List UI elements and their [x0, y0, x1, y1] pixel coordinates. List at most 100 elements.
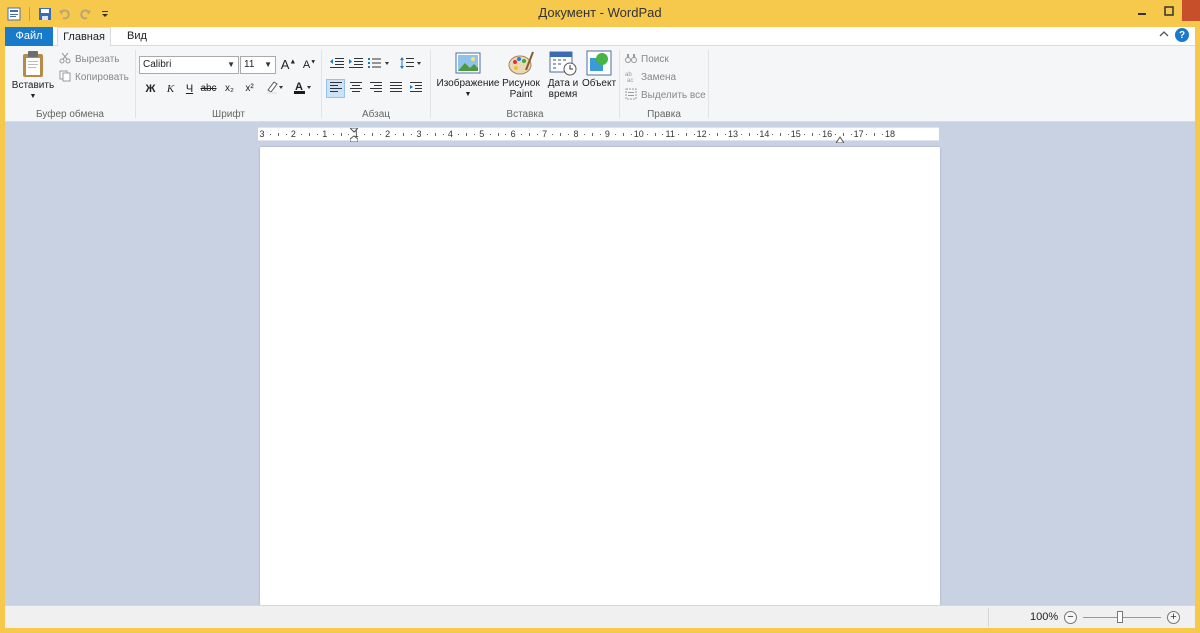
help-icon[interactable]: ?: [1175, 28, 1189, 42]
ruler-tick: 3: [416, 129, 422, 139]
ruler-dot: [560, 133, 562, 136]
paragraph-group: Абзац: [322, 46, 430, 122]
ruler-dot: [740, 134, 742, 135]
justify-button[interactable]: [386, 79, 405, 98]
grow-font-button[interactable]: A▲: [279, 55, 298, 74]
ruler-tick: 8: [573, 129, 579, 139]
ribbon-tabs: Файл Главная Вид ?: [5, 27, 1195, 47]
ruler-dot: [371, 133, 373, 136]
superscript-button[interactable]: x²: [240, 79, 259, 98]
ruler-dot: [787, 134, 789, 135]
shrink-font-icon: A▼: [302, 58, 317, 71]
font-family-value: Calibri: [143, 59, 172, 70]
underline-button[interactable]: Ч: [180, 79, 199, 98]
ruler-dot: [497, 133, 499, 136]
replace-icon: ab ac: [625, 70, 637, 85]
ruler-dot: [458, 134, 460, 135]
ruler-dot: [411, 134, 413, 135]
ruler-dot: [591, 133, 593, 136]
highlight-color-button[interactable]: [262, 79, 288, 98]
insert-picture-button[interactable]: Изображение ▼: [433, 50, 503, 100]
ruler-tick: 13: [727, 129, 739, 139]
ruler-dot: [756, 134, 758, 135]
close-button[interactable]: [1182, 0, 1200, 21]
increase-indent-button[interactable]: [346, 55, 365, 74]
ruler-tick: 3: [259, 129, 265, 139]
ruler-tick: 2: [385, 129, 391, 139]
font-color-button[interactable]: A: [290, 79, 316, 98]
subscript-button[interactable]: x₂: [220, 79, 239, 98]
zoom-level: 100%: [1030, 611, 1059, 623]
bullet-list-button[interactable]: [366, 55, 394, 74]
ruler-dot: [379, 134, 381, 135]
date-time-label-line1: Дата и: [547, 78, 579, 89]
paste-icon: [20, 50, 46, 78]
horizontal-ruler[interactable]: 3 2 1 1 2 3 4 5 6 7 8 9 10 11 12 13 14 15 16 17 18: [258, 127, 939, 144]
ruler-dot: [403, 133, 405, 136]
paste-button[interactable]: Вставить ▼: [9, 50, 57, 102]
insert-object-button[interactable]: Объект: [579, 50, 619, 89]
tab-home[interactable]: Главная: [57, 27, 111, 47]
cut-button[interactable]: Вырезать: [59, 51, 119, 68]
ruler-tick: 5: [479, 129, 485, 139]
object-icon: [586, 50, 612, 76]
right-indent-marker[interactable]: [835, 134, 845, 144]
ruler-tick: 17: [853, 129, 864, 139]
calendar-clock-icon: [549, 50, 577, 76]
status-separator: [988, 608, 989, 627]
ruler-dot: [395, 134, 397, 135]
ruler-dot: [646, 134, 648, 135]
line-spacing-button[interactable]: [398, 55, 426, 74]
maximize-button[interactable]: [1155, 0, 1182, 21]
insert-picture-label: Изображение: [436, 78, 500, 89]
select-all-button[interactable]: Выделить все: [625, 87, 706, 104]
ruler-dot: [466, 133, 468, 136]
ruler-dot: [583, 134, 585, 135]
insert-picture-dropdown-icon[interactable]: ▼: [433, 89, 503, 100]
document-page[interactable]: [260, 147, 940, 605]
align-center-button[interactable]: [346, 79, 365, 98]
ruler-tick: 16: [822, 129, 833, 139]
shrink-font-button[interactable]: A▼: [300, 55, 319, 74]
find-label: Поиск: [641, 54, 669, 65]
align-right-button[interactable]: [366, 79, 385, 98]
ruler-dot: [866, 134, 868, 135]
ruler-tick: 11: [665, 129, 675, 139]
select-all-label: Выделить все: [641, 90, 706, 101]
minimize-button[interactable]: [1128, 0, 1155, 21]
zoom-slider-thumb[interactable]: [1117, 611, 1123, 623]
paragraph-settings-icon: [409, 81, 422, 96]
bold-button[interactable]: Ж: [141, 79, 160, 98]
font-family-select[interactable]: Calibri ▼: [139, 56, 239, 74]
paste-dropdown-icon[interactable]: ▼: [9, 91, 57, 102]
font-group: Calibri ▼ 11 ▼ A▲ A▼ Ж К Ч abc x₂ x² A Ш…: [136, 46, 321, 122]
font-size-select[interactable]: 11 ▼: [240, 56, 276, 74]
tab-file[interactable]: Файл: [5, 27, 53, 46]
font-color-icon: A: [293, 80, 313, 97]
ruler-dot: [309, 133, 311, 136]
copy-button[interactable]: Копировать: [59, 69, 129, 86]
date-time-label-line2: время: [548, 89, 578, 100]
italic-button[interactable]: К: [161, 79, 180, 98]
align-left-button[interactable]: [326, 79, 345, 98]
ruler-tick: 1: [322, 129, 328, 139]
date-time-button[interactable]: Дата и время: [543, 50, 583, 100]
zoom-in-button[interactable]: +: [1167, 611, 1180, 624]
paste-label: Вставить: [11, 80, 55, 91]
strikethrough-button[interactable]: abc: [199, 79, 218, 98]
minimize-ribbon-icon[interactable]: [1159, 30, 1169, 41]
ruler-dot: [521, 134, 523, 135]
paragraph-settings-button[interactable]: [406, 79, 425, 98]
left-indent-marker[interactable]: [348, 127, 360, 143]
font-family-dropdown-icon: ▼: [227, 60, 235, 69]
paint-drawing-button[interactable]: Рисунок Paint: [501, 50, 541, 100]
tab-view[interactable]: Вид: [117, 27, 157, 46]
increase-indent-icon: [348, 57, 363, 72]
insert-group: Изображение ▼ Рисунок Paint Дата и время: [431, 46, 619, 122]
zoom-out-button[interactable]: −: [1064, 611, 1077, 624]
find-button[interactable]: Поиск: [625, 51, 669, 68]
ruler-dot: [717, 133, 719, 136]
ruler-dot: [505, 134, 507, 135]
replace-button[interactable]: ab ac Замена: [625, 69, 676, 86]
decrease-indent-button[interactable]: [327, 55, 346, 74]
